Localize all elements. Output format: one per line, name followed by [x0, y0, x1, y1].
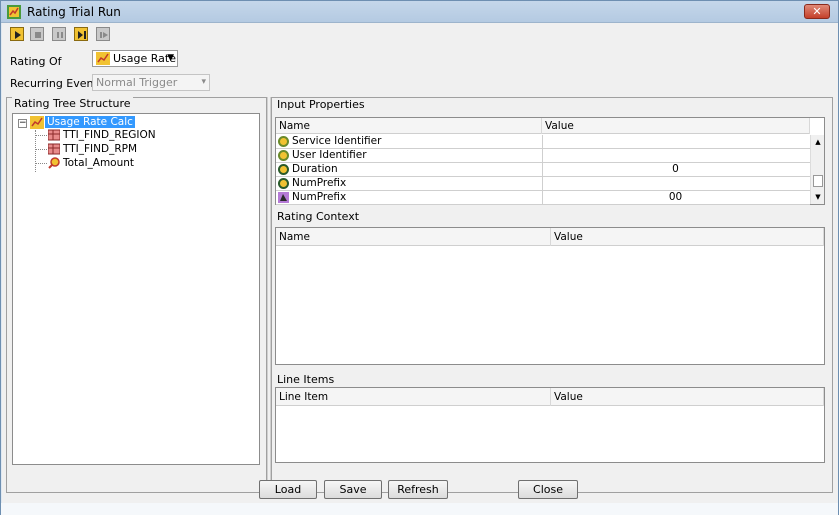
property-name: Service Identifier — [292, 135, 382, 147]
pause-button[interactable] — [52, 27, 66, 41]
rating-context-table[interactable]: Name Value — [275, 227, 825, 365]
vertical-scrollbar[interactable]: ▲ ▼ — [810, 135, 824, 204]
skip-icon — [100, 32, 108, 38]
table-row[interactable]: Service Identifier — [276, 135, 810, 149]
property-value[interactable] — [542, 177, 808, 190]
property-value[interactable] — [542, 149, 808, 162]
circle-icon — [278, 136, 289, 147]
line-items-header: Line Item Value — [276, 388, 824, 406]
table-row[interactable]: NumPrefix — [276, 177, 810, 191]
save-button[interactable]: Save — [324, 480, 382, 499]
tree-root-label: Usage Rate Calc — [45, 116, 135, 128]
rating-of-select[interactable]: Usage Rate ▼ — [92, 50, 178, 67]
rating-context-title: Rating Context — [275, 210, 362, 223]
table-lookup-icon — [48, 143, 60, 155]
tree-connector — [35, 163, 47, 164]
run-button[interactable] — [10, 27, 24, 41]
dialog-body: Rating Of Usage Rate ▼ Recurring Event N… — [2, 23, 838, 503]
property-name: User Identifier — [292, 149, 367, 161]
window-title: Rating Trial Run — [27, 5, 121, 19]
line-items-table[interactable]: Line Item Value — [275, 387, 825, 463]
title-bar[interactable]: Rating Trial Run ✕ — [1, 1, 838, 23]
rating-of-label: Rating Of — [10, 55, 62, 68]
skip-button[interactable] — [96, 27, 110, 41]
rate-plan-icon — [30, 116, 44, 129]
play-icon — [15, 31, 21, 39]
refresh-button[interactable]: Refresh — [388, 480, 448, 499]
chevron-down-icon: ▼ — [167, 53, 174, 63]
tree-node[interactable]: TTI_FIND_REGION — [63, 128, 156, 142]
recurring-event-label: Recurring Event — [10, 77, 98, 90]
input-properties-title: Input Properties — [275, 98, 367, 111]
rating-tree-title: Rating Tree Structure — [12, 97, 133, 110]
line-items-title: Line Items — [275, 373, 337, 386]
close-button[interactable]: Close — [518, 480, 578, 499]
column-header-value[interactable]: Value — [551, 228, 824, 246]
tree-node[interactable]: Total_Amount — [63, 156, 134, 170]
property-value[interactable]: 0 — [542, 163, 808, 176]
property-value[interactable] — [542, 135, 808, 148]
string-icon — [278, 192, 289, 203]
tree-node[interactable]: TTI_FIND_RPM — [63, 142, 137, 156]
stop-button[interactable] — [30, 27, 44, 41]
property-name: NumPrefix — [292, 177, 347, 189]
property-name: NumPrefix — [292, 191, 347, 203]
tree-connector — [35, 130, 36, 172]
property-name: Duration — [292, 163, 338, 175]
input-properties-table[interactable]: Name Value Service Identifier User Ident… — [275, 117, 825, 205]
tree-root-node[interactable]: Usage Rate Calc — [45, 115, 135, 129]
scroll-thumb[interactable] — [813, 175, 823, 187]
pause-icon — [57, 32, 63, 38]
column-header-line-item[interactable]: Line Item — [276, 388, 551, 406]
column-header-value[interactable]: Value — [551, 388, 824, 406]
number-icon — [278, 164, 289, 175]
tree-connector — [35, 149, 47, 150]
column-header-name[interactable]: Name — [276, 228, 551, 246]
scroll-up-icon[interactable]: ▲ — [811, 135, 825, 149]
close-window-button[interactable]: ✕ — [804, 4, 830, 19]
rating-context-header: Name Value — [276, 228, 824, 246]
chevron-down-icon: ▾ — [201, 77, 206, 87]
rating-trial-run-window: Rating Trial Run ✕ Rating Of Usage Rate … — [0, 0, 839, 515]
tree-connector — [35, 135, 47, 136]
number-icon — [278, 178, 289, 189]
scroll-down-icon[interactable]: ▼ — [811, 190, 825, 204]
table-row[interactable]: User Identifier — [276, 149, 810, 163]
table-row[interactable]: Duration 0 — [276, 163, 810, 177]
circle-icon — [278, 150, 289, 161]
recurring-event-select[interactable]: Normal Trigger ▾ — [92, 74, 210, 91]
step-button[interactable] — [74, 27, 88, 41]
step-icon — [78, 31, 86, 39]
stop-icon — [35, 32, 41, 38]
rating-tree[interactable]: − Usage Rate Calc TTI_FIND_REGION TTI_FI… — [12, 113, 260, 465]
recurring-event-value: Normal Trigger — [96, 76, 178, 89]
column-header-name[interactable]: Name — [276, 118, 542, 134]
input-properties-header: Name Value — [276, 118, 810, 134]
property-value[interactable]: 00 — [542, 191, 808, 204]
collapse-toggle[interactable]: − — [18, 119, 27, 128]
app-icon — [7, 5, 21, 19]
window-bottom-edge — [1, 503, 838, 515]
load-button[interactable]: Load — [259, 480, 317, 499]
table-lookup-icon — [48, 129, 60, 141]
rate-plan-icon — [96, 52, 110, 65]
calculator-icon — [48, 157, 60, 169]
column-header-value[interactable]: Value — [542, 118, 810, 134]
table-row[interactable]: NumPrefix 00 — [276, 191, 810, 205]
